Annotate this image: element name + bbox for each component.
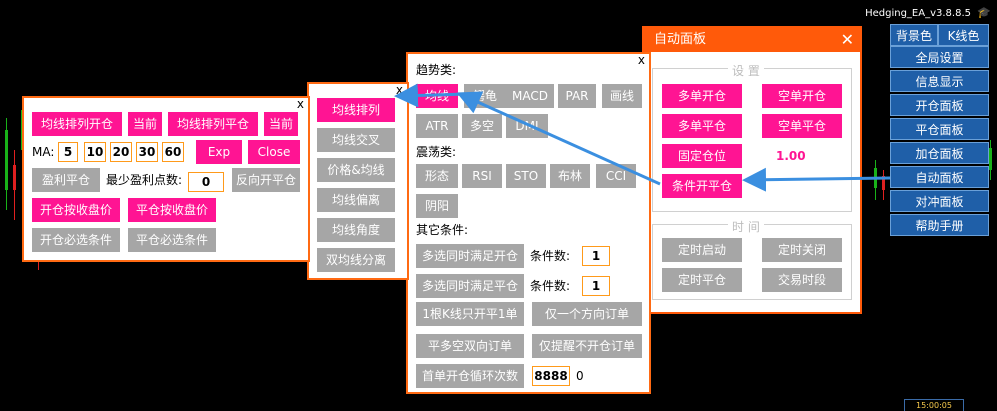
kline-color-button[interactable]: K线色: [938, 24, 989, 46]
condition-open-close-button[interactable]: 条件开平仓: [662, 174, 742, 198]
multi-open-button[interactable]: 多单开仓: [662, 84, 742, 108]
remind-only-button[interactable]: 仅提醒不开仓订单: [532, 334, 642, 358]
trend-macd-button[interactable]: MACD: [506, 84, 554, 108]
close-icon[interactable]: x: [638, 54, 645, 66]
ma-angle-button[interactable]: 均线角度: [317, 218, 395, 242]
one-direction-button[interactable]: 仅一个方向订单: [532, 302, 642, 326]
auto-panel-title: 自动面板: [644, 28, 860, 52]
nav-add-panel[interactable]: 加仓面板: [890, 142, 989, 164]
close-icon[interactable]: x: [396, 84, 403, 96]
trend-draw-line-button[interactable]: 画线: [602, 84, 642, 108]
timer-close-button[interactable]: 定时关闭: [762, 238, 842, 262]
condition-count-label: 条件数:: [530, 279, 571, 293]
osc-yinyang-button[interactable]: 阴阳: [416, 194, 458, 218]
time-title: 时 间: [728, 218, 764, 235]
ma-open-button[interactable]: 均线排列开仓: [32, 112, 122, 136]
short-open-button[interactable]: 空单开仓: [762, 84, 842, 108]
reverse-open-close-button[interactable]: 反向开平仓: [232, 168, 300, 192]
nav-auto-panel[interactable]: 自动面板: [890, 166, 989, 188]
ma-period-input[interactable]: 5: [58, 142, 78, 162]
min-profit-input[interactable]: 0: [188, 172, 224, 192]
trend-label: 趋势类:: [416, 63, 457, 77]
ma-method-button[interactable]: Exp: [196, 140, 242, 164]
trade-period-button[interactable]: 交易时段: [762, 268, 842, 292]
open-by-close-price-button[interactable]: 开仓按收盘价: [32, 198, 120, 222]
min-profit-label: 最少盈利点数:: [106, 173, 183, 187]
close-icon[interactable]: ✕: [841, 28, 854, 52]
auto-panel: 自动面板 ✕ 设 置 多单开仓 空单开仓 多单平仓 空单平仓 固定仓位 1.00…: [642, 26, 862, 314]
nav-help-manual[interactable]: 帮助手册: [890, 214, 989, 236]
ma-period-input[interactable]: 60: [162, 142, 184, 162]
other-conditions-label: 其它条件:: [416, 223, 469, 237]
ma-close-button[interactable]: 均线排列平仓: [168, 112, 258, 136]
close-icon[interactable]: x: [297, 98, 304, 110]
nav-hedge-panel[interactable]: 对冲面板: [890, 190, 989, 212]
condition-count-label: 条件数:: [530, 249, 571, 263]
open-required-button[interactable]: 开仓必选条件: [32, 228, 120, 252]
trend-ma-button[interactable]: 均线: [416, 84, 458, 108]
trend-dmi-button[interactable]: DMI: [506, 114, 548, 138]
ma-period-input[interactable]: 30: [136, 142, 158, 162]
price-ma-button[interactable]: 价格&均线: [317, 158, 395, 182]
ma-type-panel: x 均线排列 均线交叉 价格&均线 均线偏离 均线角度 双均线分离: [307, 82, 409, 280]
one-kline-one-order-button[interactable]: 1根K线只开平1单: [416, 302, 524, 326]
ma-deviation-button[interactable]: 均线偏离: [317, 188, 395, 212]
condition-panel: x 趋势类: 均线 鳄龟 MACD PAR 画线 ATR 多空 DMI 震荡类:…: [406, 52, 651, 394]
multi-open-satisfy-button[interactable]: 多选同时满足开仓: [416, 244, 524, 268]
flat-required-button[interactable]: 平仓必选条件: [128, 228, 216, 252]
current-close-button[interactable]: 当前: [264, 112, 298, 136]
oscillator-label: 震荡类:: [416, 145, 457, 159]
osc-pattern-button[interactable]: 形态: [416, 164, 458, 188]
first-order-loop-input[interactable]: 8888: [532, 366, 570, 386]
app-title: Hedging_EA_v3.8.8.5: [865, 8, 971, 19]
flat-hedge-button[interactable]: 平多空双向订单: [416, 334, 524, 358]
ma-arrangement-button[interactable]: 均线排列: [317, 98, 395, 122]
multi-close-button[interactable]: 多单平仓: [662, 114, 742, 138]
ma-price-button[interactable]: Close: [248, 140, 300, 164]
current-open-button[interactable]: 当前: [128, 112, 162, 136]
ma-panel: x 均线排列开仓 当前 均线排列平仓 当前 MA: 5 10 20 30 60 …: [22, 96, 310, 262]
short-close-button[interactable]: 空单平仓: [762, 114, 842, 138]
timer-start-button[interactable]: 定时启动: [662, 238, 742, 262]
nav-global-settings[interactable]: 全局设置: [890, 46, 989, 68]
first-order-loop-button[interactable]: 首单开仓循环次数: [416, 364, 524, 388]
multi-close-satisfy-button[interactable]: 多选同时满足平仓: [416, 274, 524, 298]
osc-cci-button[interactable]: CCI: [596, 164, 636, 188]
open-condition-count-input[interactable]: 1: [582, 246, 610, 266]
osc-bollinger-button[interactable]: 布林: [550, 164, 590, 188]
ma-period-input[interactable]: 10: [84, 142, 106, 162]
trend-alligator-button[interactable]: 鳄龟: [464, 84, 506, 108]
ma-label: MA:: [32, 145, 55, 159]
fixed-lot-button[interactable]: 固定仓位: [662, 144, 742, 168]
osc-sto-button[interactable]: STO: [506, 164, 546, 188]
graduation-cap-icon: 🎓: [977, 6, 991, 19]
dual-ma-separation-button[interactable]: 双均线分离: [317, 248, 395, 272]
ma-period-input[interactable]: 20: [110, 142, 132, 162]
fixed-lot-value: 1.00: [776, 149, 806, 163]
settings-title: 设 置: [728, 62, 764, 79]
background-color-button[interactable]: 背景色: [890, 24, 938, 46]
nav-close-panel[interactable]: 平仓面板: [890, 118, 989, 140]
first-order-loop-count: 0: [576, 369, 584, 383]
trend-par-button[interactable]: PAR: [558, 84, 596, 108]
ma-cross-button[interactable]: 均线交叉: [317, 128, 395, 152]
profit-flat-button[interactable]: 盈利平仓: [32, 168, 100, 192]
nav-info-display[interactable]: 信息显示: [890, 70, 989, 92]
flat-by-close-price-button[interactable]: 平仓按收盘价: [128, 198, 216, 222]
close-condition-count-input[interactable]: 1: [582, 276, 610, 296]
bottom-time-box: 15:00:05: [904, 399, 964, 411]
nav-open-panel[interactable]: 开仓面板: [890, 94, 989, 116]
osc-rsi-button[interactable]: RSI: [462, 164, 502, 188]
timer-flat-button[interactable]: 定时平仓: [662, 268, 742, 292]
trend-atr-button[interactable]: ATR: [416, 114, 458, 138]
trend-long-short-button[interactable]: 多空: [462, 114, 502, 138]
